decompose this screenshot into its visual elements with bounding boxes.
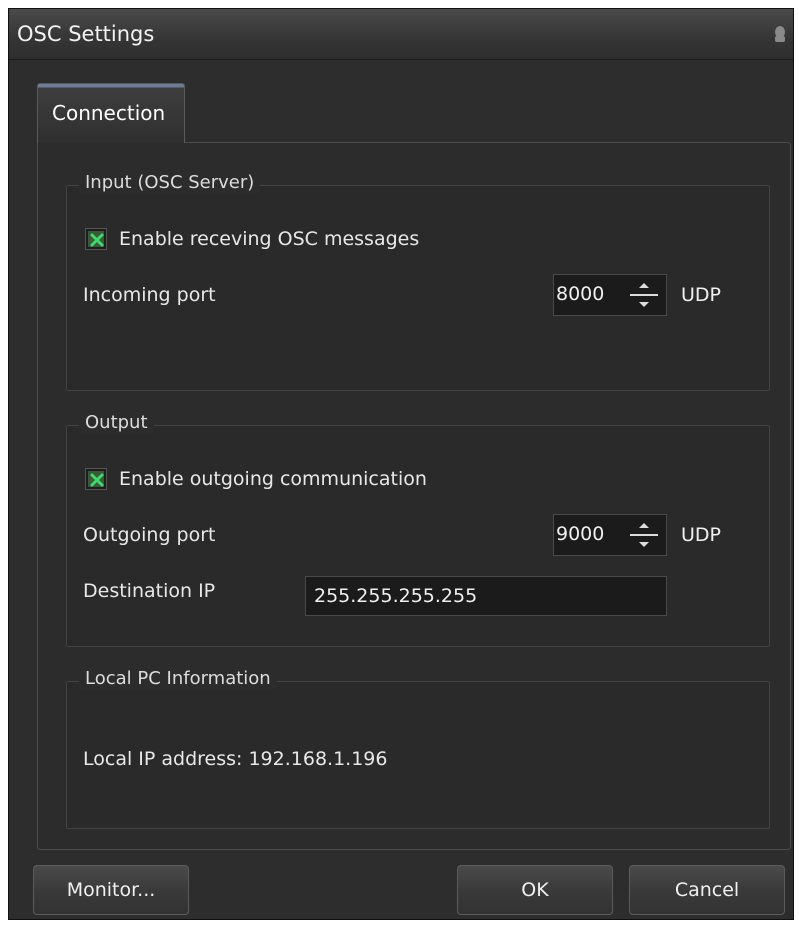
output-group-title: Output: [79, 412, 154, 433]
pin-icon[interactable]: [773, 25, 787, 43]
incoming-port-label: Incoming port: [83, 284, 216, 306]
local-group-title: Local PC Information: [79, 668, 277, 689]
enable-receiving-checkbox[interactable]: [85, 228, 107, 250]
incoming-port-value: 8000: [556, 283, 605, 305]
tab-connection[interactable]: Connection: [37, 83, 185, 143]
destination-ip-input[interactable]: 255.255.255.255: [305, 576, 667, 616]
enable-receiving-label: Enable receving OSC messages: [119, 228, 420, 250]
window-title: OSC Settings: [17, 22, 155, 46]
title-bar[interactable]: OSC Settings: [9, 9, 793, 60]
monitor-button[interactable]: Monitor...: [33, 865, 189, 915]
enable-outgoing-checkbox[interactable]: [85, 468, 107, 490]
input-osc-server-group: Input (OSC Server) Enable receving OSC m…: [66, 172, 770, 391]
incoming-port-spinbox[interactable]: 8000: [553, 274, 667, 316]
tab-connection-label: Connection: [52, 101, 166, 125]
spin-arrows-icon[interactable]: [626, 519, 662, 551]
outgoing-port-spinbox[interactable]: 9000: [553, 514, 667, 556]
spin-arrows-icon[interactable]: [626, 279, 662, 311]
cancel-button[interactable]: Cancel: [629, 865, 785, 915]
check-x-icon: [90, 473, 104, 487]
osc-settings-dialog: OSC Settings Connection Input (OSC Serve…: [8, 8, 794, 920]
ok-button[interactable]: OK: [457, 865, 613, 915]
connection-panel: Input (OSC Server) Enable receving OSC m…: [37, 142, 791, 850]
output-group: Output Enable outgoing communication Out…: [66, 412, 770, 647]
check-x-icon: [90, 233, 104, 247]
outgoing-port-unit: UDP: [681, 524, 721, 546]
input-group-title: Input (OSC Server): [79, 172, 261, 193]
local-pc-info-group: Local PC Information Local IP address: 1…: [66, 668, 770, 829]
enable-outgoing-label: Enable outgoing communication: [119, 468, 427, 490]
incoming-port-unit: UDP: [681, 284, 721, 306]
outgoing-port-label: Outgoing port: [83, 524, 216, 546]
destination-ip-label: Destination IP: [83, 580, 216, 602]
destination-ip-value: 255.255.255.255: [314, 585, 478, 607]
local-ip-address-text: Local IP address: 192.168.1.196: [83, 748, 388, 770]
outgoing-port-value: 9000: [556, 523, 605, 545]
